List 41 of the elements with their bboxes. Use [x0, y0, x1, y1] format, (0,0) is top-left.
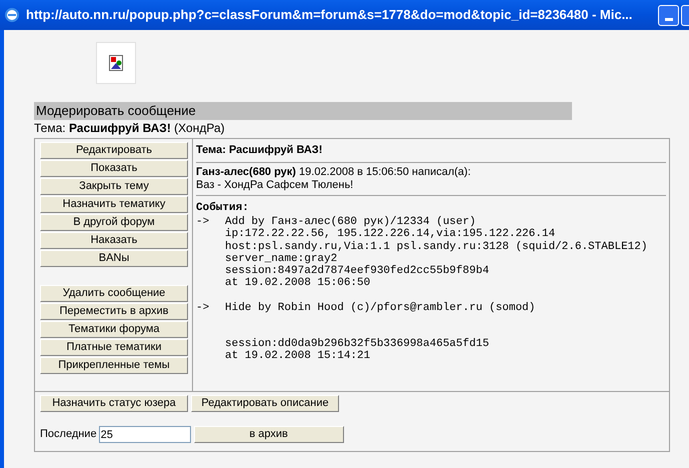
- action-button[interactable]: Назначить тематику: [40, 196, 188, 213]
- event-line: server_name:gray2: [225, 252, 338, 265]
- action-button[interactable]: Тематики форума: [40, 321, 188, 338]
- event-line: ip:172.22.22.56, 195.122.226.14,via:195.122.226.14: [225, 228, 556, 241]
- action-button[interactable]: Наказать: [40, 232, 188, 249]
- message-topic: Тема: Расшифруй ВАЗ!: [196, 139, 666, 162]
- topic-label: Тема:: [34, 121, 66, 135]
- action-button[interactable]: Закрыть тему: [40, 178, 188, 195]
- section-header: Модерировать сообщение: [34, 102, 572, 120]
- action-button[interactable]: Платные тематики: [40, 339, 188, 356]
- action-button[interactable]: В другой форум: [40, 214, 188, 231]
- event-line: session:dd0da9b296b32f5b336998a465a5fd15: [225, 338, 490, 350]
- action-button[interactable]: Прикрепленные темы: [40, 357, 188, 374]
- event-arrow: ->: [196, 216, 210, 228]
- action-button[interactable]: BANы: [40, 250, 188, 267]
- count-field[interactable]: 25: [98, 426, 191, 443]
- events-title: События:: [196, 200, 250, 216]
- event-line: host:psl.sandy.ru,Via:1.1 psl.sandy.ru:3128 (squid/2.6.STABLE12): [225, 240, 648, 253]
- message-body: Ваз - ХондРа Сафсем Тюлень!: [196, 178, 354, 192]
- event-arrow: ->: [196, 302, 210, 314]
- action-button[interactable]: Переместить в архив: [40, 303, 188, 320]
- topic-author: (ХондРа): [174, 121, 225, 135]
- event-line: session:8497a2d7874eef930fed2cc55b9f89b4: [225, 265, 490, 278]
- action-button[interactable]: Показать: [40, 160, 188, 177]
- broken-image-icon: [109, 55, 123, 71]
- event-line: Add by Ганз-алес(680 рук)/12334 (user): [225, 216, 477, 228]
- event-line: Hide by Robin Hood (c)/pfors@rambler.ru (somod): [225, 302, 536, 314]
- action-button[interactable]: Удалить сообщение: [40, 285, 188, 302]
- event-line: at 19.02.2008 15:14:21: [225, 350, 372, 363]
- action-button[interactable]: Назначить статус юзера: [40, 395, 188, 412]
- window-title: http://auto.nn.ru/popup.php?c=classForum&m=forum&s=1778&do=mod&topic_id=8236480 - Mic...: [26, 6, 632, 24]
- topic-name: Расшифруй ВАЗ!: [68, 121, 171, 135]
- maximize-button[interactable]: [681, 4, 689, 26]
- action-button[interactable]: в архив: [194, 426, 344, 443]
- message-meta: 19.02.2008 в 15:06:50 написал(а):: [299, 166, 471, 178]
- action-button[interactable]: Редактировать описание: [191, 395, 339, 412]
- message-author: Ганз-алес(680 рук): [196, 166, 296, 178]
- action-button[interactable]: Редактировать: [40, 142, 188, 159]
- last-label: Последние: [40, 427, 97, 442]
- event-line: at 19.02.2008 15:06:50: [225, 277, 372, 290]
- minimize-button[interactable]: [658, 4, 679, 26]
